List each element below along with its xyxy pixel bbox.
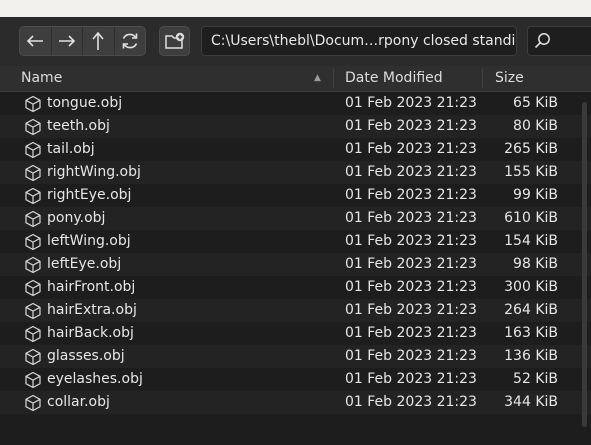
file-date-modified: 01 Feb 2023 21:23 [345, 164, 477, 180]
file-row[interactable]: glasses.obj 01 Feb 2023 21:23 136 KiB [0, 345, 591, 368]
mesh-cube-icon [25, 233, 41, 251]
refresh-button[interactable] [115, 27, 146, 55]
file-name: hairExtra.obj [47, 302, 137, 318]
date-column-header[interactable]: Date Modified [345, 66, 443, 91]
file-name: eyelashes.obj [47, 371, 143, 387]
file-row[interactable]: eyelashes.obj 01 Feb 2023 21:23 52 KiB [0, 368, 591, 391]
file-size: 300 KiB [504, 279, 558, 295]
file-size: 155 KiB [504, 164, 558, 180]
arrow-left-icon [27, 35, 44, 47]
file-size: 154 KiB [504, 233, 558, 249]
file-list: tongue.obj 01 Feb 2023 21:23 65 KiB teeth.o… [0, 92, 591, 445]
file-size: 65 KiB [513, 95, 558, 111]
mesh-cube-icon [25, 371, 41, 389]
file-name: hairBack.obj [47, 325, 134, 341]
mesh-cube-icon [25, 210, 41, 228]
file-name: collar.obj [47, 394, 110, 410]
file-size: 136 KiB [504, 348, 558, 364]
file-date-modified: 01 Feb 2023 21:23 [345, 371, 477, 387]
file-size: 344 KiB [504, 394, 558, 410]
file-row[interactable]: leftWing.obj 01 Feb 2023 21:23 154 KiB [0, 230, 591, 253]
mesh-cube-icon [25, 187, 41, 205]
file-name: tongue.obj [47, 95, 123, 111]
file-name: teeth.obj [47, 118, 110, 134]
file-row[interactable]: rightEye.obj 01 Feb 2023 21:23 99 KiB [0, 184, 591, 207]
size-column-header[interactable]: Size [495, 66, 524, 91]
search-field[interactable] [527, 26, 591, 56]
file-size: 52 KiB [513, 371, 558, 387]
new-folder-button[interactable] [159, 26, 190, 56]
file-date-modified: 01 Feb 2023 21:23 [345, 95, 477, 111]
file-size: 99 KiB [513, 187, 558, 203]
file-row[interactable]: teeth.obj 01 Feb 2023 21:23 80 KiB [0, 115, 591, 138]
column-divider[interactable] [482, 69, 483, 88]
file-size: 610 KiB [504, 210, 558, 226]
file-size: 80 KiB [513, 118, 558, 134]
back-button[interactable] [20, 27, 52, 55]
file-name: leftEye.obj [47, 256, 122, 272]
file-name: hairFront.obj [47, 279, 136, 295]
file-date-modified: 01 Feb 2023 21:23 [345, 256, 477, 272]
mesh-cube-icon [25, 302, 41, 320]
mesh-cube-icon [25, 164, 41, 182]
file-date-modified: 01 Feb 2023 21:23 [345, 141, 477, 157]
mesh-cube-icon [25, 141, 41, 159]
file-row[interactable]: tail.obj 01 Feb 2023 21:23 265 KiB [0, 138, 591, 161]
file-size: 265 KiB [504, 141, 558, 157]
file-date-modified: 01 Feb 2023 21:23 [345, 233, 477, 249]
forward-button[interactable] [52, 27, 83, 55]
file-size: 98 KiB [513, 256, 558, 272]
name-column-header[interactable]: Name [21, 66, 62, 91]
file-date-modified: 01 Feb 2023 21:23 [345, 348, 477, 364]
file-date-modified: 01 Feb 2023 21:23 [345, 279, 477, 295]
path-field[interactable]: C:\Users\thebl\Docum…rpony closed standi… [201, 26, 517, 56]
file-row[interactable]: hairFront.obj 01 Feb 2023 21:23 300 KiB [0, 276, 591, 299]
mesh-cube-icon [25, 279, 41, 297]
column-divider[interactable] [333, 69, 334, 88]
window-top-strip [0, 0, 591, 17]
arrow-up-icon [92, 31, 104, 50]
file-date-modified: 01 Feb 2023 21:23 [345, 187, 477, 203]
file-name: rightWing.obj [47, 164, 141, 180]
file-name: pony.obj [47, 210, 106, 226]
arrow-right-icon [58, 35, 75, 47]
file-size: 264 KiB [504, 302, 558, 318]
mesh-cube-icon [25, 348, 41, 366]
file-date-modified: 01 Feb 2023 21:23 [345, 210, 477, 226]
vertical-scrollbar[interactable] [582, 102, 587, 427]
parent-folder-button[interactable] [83, 27, 115, 55]
file-row[interactable]: tongue.obj 01 Feb 2023 21:23 65 KiB [0, 92, 591, 115]
file-name: tail.obj [47, 141, 95, 157]
sort-ascending-icon: ▲ [314, 73, 321, 83]
file-date-modified: 01 Feb 2023 21:23 [345, 118, 477, 134]
mesh-cube-icon [25, 118, 41, 136]
file-row[interactable]: collar.obj 01 Feb 2023 21:23 344 KiB [0, 391, 591, 414]
mesh-cube-icon [25, 95, 41, 113]
file-name: leftWing.obj [47, 233, 131, 249]
file-row[interactable]: pony.obj 01 Feb 2023 21:23 610 KiB [0, 207, 591, 230]
file-row[interactable]: rightWing.obj 01 Feb 2023 21:23 155 KiB [0, 161, 591, 184]
mesh-cube-icon [25, 394, 41, 412]
file-row[interactable]: leftEye.obj 01 Feb 2023 21:23 98 KiB [0, 253, 591, 276]
file-date-modified: 01 Feb 2023 21:23 [345, 302, 477, 318]
file-name: glasses.obj [47, 348, 125, 364]
file-date-modified: 01 Feb 2023 21:23 [345, 394, 477, 410]
file-row[interactable]: hairBack.obj 01 Feb 2023 21:23 163 KiB [0, 322, 591, 345]
navigation-buttons [19, 26, 146, 56]
mesh-cube-icon [25, 256, 41, 274]
file-row[interactable]: hairExtra.obj 01 Feb 2023 21:23 264 KiB [0, 299, 591, 322]
search-icon [534, 33, 550, 49]
file-size: 163 KiB [504, 325, 558, 341]
new-folder-icon [164, 32, 184, 49]
file-date-modified: 01 Feb 2023 21:23 [345, 325, 477, 341]
refresh-icon [122, 33, 138, 49]
column-header: Name ▲ Date Modified Size [0, 66, 591, 92]
file-name: rightEye.obj [47, 187, 132, 203]
mesh-cube-icon [25, 325, 41, 343]
